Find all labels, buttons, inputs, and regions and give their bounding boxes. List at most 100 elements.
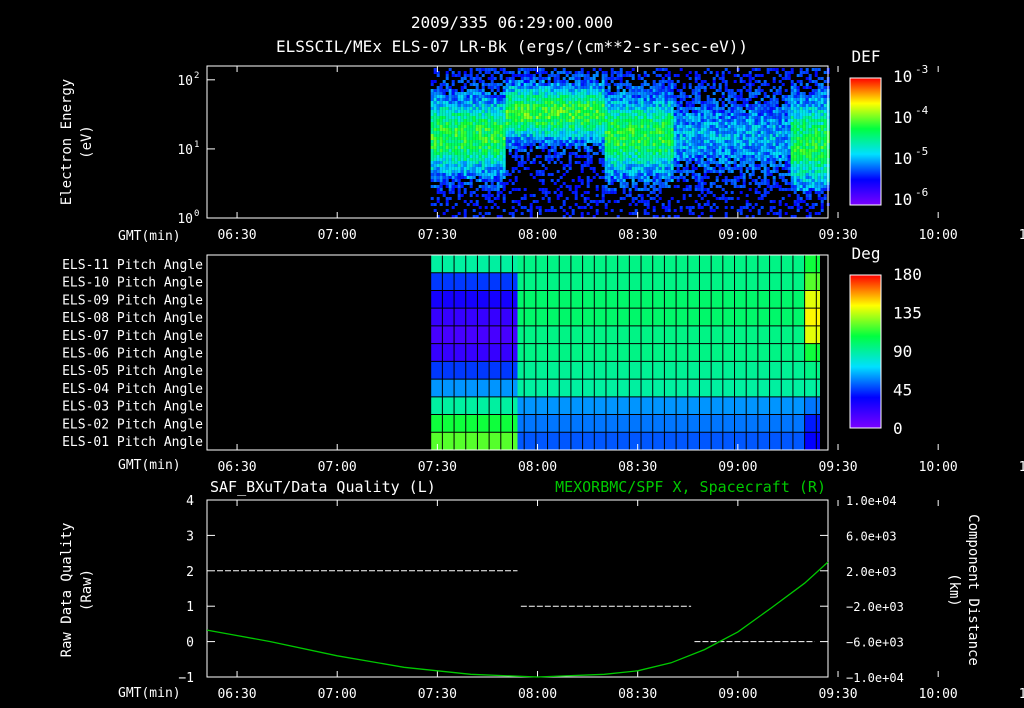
spectrogram-cell <box>700 125 704 128</box>
spectrogram-cell <box>553 80 557 83</box>
spectrogram-cell <box>559 155 563 158</box>
spectrogram-cell <box>475 104 479 107</box>
spectrogram-cell <box>661 182 665 185</box>
spectrogram-cell <box>607 164 611 167</box>
spectrogram-cell <box>715 140 719 143</box>
spectrogram-cell <box>484 95 488 98</box>
spectrogram-cell <box>457 101 461 104</box>
spectrogram-cell <box>565 89 569 92</box>
spectrogram-cell <box>796 92 800 95</box>
spectrogram-cell <box>745 128 749 131</box>
spectrogram-cell <box>445 200 449 203</box>
spectrogram-cell <box>805 173 809 176</box>
spectrogram-cell <box>700 143 704 146</box>
spectrogram-cell <box>550 179 554 182</box>
spectrogram-cell <box>796 98 800 101</box>
right-y-tick-label: −2.0e+03 <box>846 600 904 614</box>
spectrogram-cell <box>511 137 515 140</box>
spectrogram-cell <box>586 152 590 155</box>
spectrogram-cell <box>511 74 515 77</box>
spectrogram-cell <box>688 104 692 107</box>
spectrogram-cell <box>817 155 821 158</box>
spectrogram-cell <box>676 149 680 152</box>
spectrogram-cell <box>448 191 452 194</box>
spectrogram-cell <box>649 152 653 155</box>
spectrogram-cell <box>445 89 449 92</box>
spectrogram-cell <box>799 170 803 173</box>
spectrogram-cell <box>520 107 524 110</box>
spectrogram-cell <box>568 116 572 119</box>
spectrogram-cell <box>721 152 725 155</box>
spectrogram-cell <box>523 98 527 101</box>
spectrogram-cell <box>451 206 455 209</box>
spectrogram-cell <box>652 71 656 74</box>
spectrogram-cell <box>601 80 605 83</box>
spectrogram-cell <box>748 143 752 146</box>
spectrogram-cell <box>535 98 539 101</box>
spectrogram-cell <box>700 107 704 110</box>
spectrogram-cell <box>706 134 710 137</box>
spectrogram-cell <box>814 188 818 191</box>
spectrogram-cell <box>601 110 605 113</box>
spectrogram-cell <box>502 131 506 134</box>
spectrogram-cell <box>688 146 692 149</box>
spectrogram-cell <box>445 110 449 113</box>
spectrogram-cell <box>523 197 527 200</box>
x-tick-label: 06:30 <box>217 687 256 702</box>
spectrogram-cell <box>649 155 653 158</box>
spectrogram-cell <box>820 188 824 191</box>
spectrogram-cell <box>661 68 665 71</box>
spectrogram-cell <box>757 155 761 158</box>
spectrogram-cell <box>745 119 749 122</box>
spectrogram-cell <box>652 86 656 89</box>
spectrogram-cell <box>727 137 731 140</box>
spectrogram-cell <box>460 125 464 128</box>
spectrogram-cell <box>667 206 671 209</box>
spectrogram-cell <box>475 68 479 71</box>
spectrogram-cell <box>751 134 755 137</box>
spectrogram-cell <box>523 119 527 122</box>
spectrogram-cell <box>631 179 635 182</box>
spectrogram-cell <box>700 137 704 140</box>
spectrogram-cell <box>763 131 767 134</box>
spectrogram-cell <box>700 155 704 158</box>
spectrogram-cell <box>484 167 488 170</box>
spectrogram-cell <box>562 86 566 89</box>
spectrogram-cell <box>718 125 722 128</box>
spectrogram-cell <box>688 95 692 98</box>
spectrogram-cell <box>664 185 668 188</box>
spectrogram-cell <box>445 122 449 125</box>
spectrogram-cell <box>622 191 626 194</box>
spectrogram-cell <box>733 119 737 122</box>
spectrogram-cell <box>532 143 536 146</box>
spectrogram-cell <box>526 95 530 98</box>
spectrogram-cell <box>772 167 776 170</box>
spectrogram-cell <box>823 134 827 137</box>
spectrogram-cell <box>784 122 788 125</box>
spectrogram-cell <box>502 98 506 101</box>
spectrogram-cell <box>616 128 620 131</box>
spectrogram-cell <box>475 203 479 206</box>
spectrogram-cell <box>652 101 656 104</box>
spectrogram-cell <box>766 173 770 176</box>
spectrogram-cell <box>514 158 518 161</box>
spectrogram-cell <box>466 89 470 92</box>
spectrogram-cell <box>712 152 716 155</box>
spectrogram-cell <box>490 194 494 197</box>
spectrogram-cell <box>808 167 812 170</box>
spectrogram-cell <box>472 161 476 164</box>
spectrogram-cell <box>589 104 593 107</box>
spectrogram-cell <box>703 137 707 140</box>
spectrogram-cell <box>448 134 452 137</box>
spectrogram-cell <box>733 185 737 188</box>
spectrogram-cell <box>469 143 473 146</box>
chart-title: 2009/335 06:29:00.000 <box>411 13 613 32</box>
spectrogram-cell <box>808 149 812 152</box>
spectrogram-cell <box>817 188 821 191</box>
spectrogram-cell <box>622 122 626 125</box>
spectrogram-cell <box>775 89 779 92</box>
spectrogram-cell <box>478 110 482 113</box>
spectrogram-cell <box>496 101 500 104</box>
spectrogram-cell <box>823 164 827 167</box>
spectrogram-cell <box>754 182 758 185</box>
